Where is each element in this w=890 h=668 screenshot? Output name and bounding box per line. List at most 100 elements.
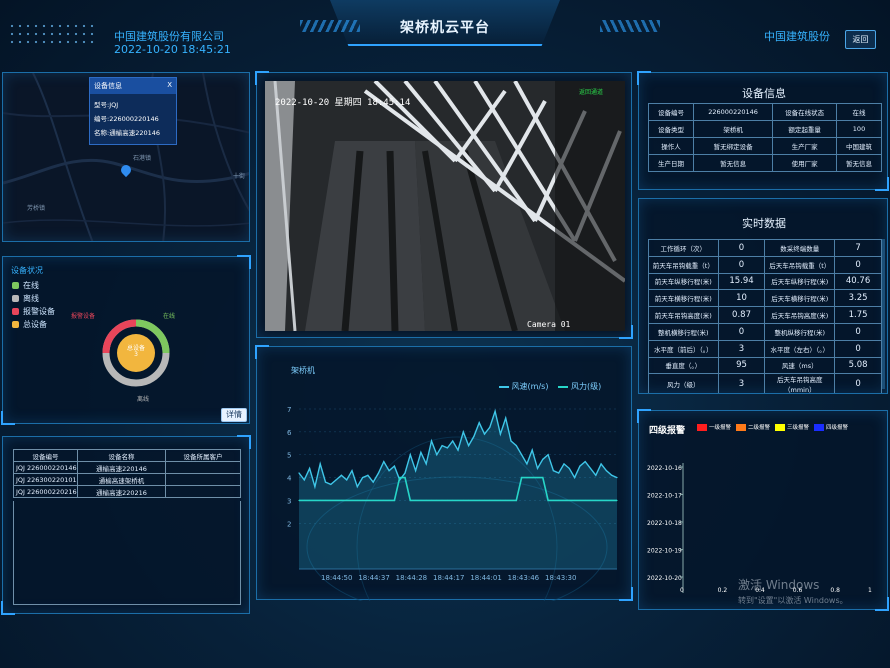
column-header: 设备编号 [13,449,78,462]
data-point [346,479,348,481]
table-cell: 后天车纵移行程(米) [764,272,836,291]
x-tick-label: 18:43:46 [508,574,540,582]
table-cell: 40.76 [834,272,882,291]
device-info-table: 设备编号 226000220146 设备在线状态 在线 设备类型 架桥机 额定起重量 100 操… [648,103,882,172]
donut-center-value: 3 [134,351,138,358]
data-point [446,499,448,502]
data-point [468,444,470,447]
table-row[interactable]: JQJ 226300220101 通榆高速架桥机 [13,473,241,486]
data-point [489,426,491,428]
data-point [441,444,443,447]
map-popup-title: 设备信息 [94,82,122,90]
table-cell: 前天车纵移行程(米) [648,272,719,291]
x-tick-label: 18:44:28 [396,574,427,582]
table-cell: 226000220146 [692,103,774,121]
page-title: 架桥机云平台 [400,20,490,36]
data-point [298,472,300,474]
windows-watermark: 激活 Windows 转到"设置"以激活 Windows。 [738,576,848,606]
device-info-panel: 设备信息 设备编号 226000220146 设备在线状态 在线 设备类型 架桥机 额定起重… [637,71,889,191]
y-tick-label: 7 [287,406,291,414]
table-cell: 工作循环（次） [648,239,719,257]
x-tick-label: 18:44:50 [321,574,352,582]
map-panel: 石港镇 十街 芳桥镇 设备信息 X 型号:JQJ 编号:226000220146… [2,72,250,242]
wind-chart[interactable]: 7 6 5 4 3 2 18:44:50 18:44:37 18:44:28 18:44:17 18… [257,347,633,601]
table-cell: 风力（级） [648,373,719,393]
data-point [314,499,316,502]
x-tick-label: 1 [868,587,872,594]
data-point [436,499,438,502]
y-tick-label: 6 [287,429,292,437]
data-point [595,474,597,476]
data-point [393,499,395,502]
table-cell: 使用厂家 [772,154,838,172]
data-point [547,454,549,456]
y-tick-label: 2022-10-17 [647,493,682,500]
table-row[interactable]: JQJ 226000220216 通榆高速220216 [13,485,241,498]
data-point [600,463,602,465]
data-point [330,499,332,502]
table-row: 设备编号 226000220146 设备在线状态 在线 [648,103,882,121]
y-tick-label: 3 [287,497,291,505]
legend-label: 离线 [23,294,39,303]
table-cell: 0 [834,322,882,341]
realtime-panel: 实时数据 工作循环（次） 0 数采终端数量 7 前天车吊钩载重（t） 0 后天车吊钩载重（t… [638,198,888,394]
table-cell: JQJ 226000220146 [13,461,78,474]
status-panel: 设备状况 在线 离线 报警设备 总设备 总设备 3 报警设备 在线 离线 详情 [1,255,251,425]
data-point [335,479,337,481]
table-cell: 垂直度（。） [648,356,719,375]
table-row[interactable]: JQJ 226000220146 通榆高速220146 [13,461,241,474]
detail-button[interactable]: 详情 [221,408,247,422]
table-cell: JQJ 226000220216 [13,485,78,498]
brand-right: 中国建筑股份 [764,30,830,43]
camera-feed[interactable] [265,81,625,331]
camera-label: Camera 01 [527,320,571,329]
data-point [558,499,560,502]
data-point [531,476,533,479]
data-point [420,499,422,502]
x-tick-label: 18:43:30 [545,574,576,582]
legend-label: 报警设备 [23,307,55,316]
table-cell: 前天车横移行程(米) [648,289,719,308]
data-point [483,433,486,435]
x-tick-label: 0.2 [718,587,728,594]
table-cell: 设备编号 [648,103,694,121]
data-point [372,499,374,502]
table-cell: 0 [834,255,882,274]
table-row: 前天车吊钩高度(米) 0.87 后天车吊钩高度(米) 1.75 [648,306,882,324]
map-place-label: 十街 [233,173,246,180]
data-point [377,499,380,502]
data-point [399,476,401,479]
data-point [441,499,443,502]
legend-swatch [12,295,19,302]
data-point [356,499,358,502]
table-cell: 后天车横移行程(米) [764,289,836,308]
data-point [542,476,544,479]
data-point [383,460,385,463]
data-point [478,422,480,424]
y-tick-label: 2022-10-18 [647,520,682,527]
table-row: 操作人 暂无绑定设备 生产厂家 中国建筑 [648,137,882,155]
data-point [531,449,533,451]
data-point [611,474,613,476]
map-popup-header: 设备信息 X [90,78,176,94]
back-button[interactable]: 返回 [845,30,876,49]
table-cell: 0 [717,255,766,274]
table-cell: 水平度（前后）（。） [648,339,719,358]
close-icon[interactable]: X [167,81,172,91]
watermark-line2: 转到"设置"以激活 Windows。 [738,596,848,605]
data-point [324,499,327,502]
header-stripes-left [300,20,360,32]
data-point [579,499,581,502]
data-point [367,499,369,502]
realtime-title: 实时数据 [742,217,786,230]
data-point [340,499,342,502]
table-cell: 前天车吊钩载重（t） [648,255,719,274]
y-tick-label: 2 [287,520,291,528]
y-tick-label: 2022-10-16 [647,465,682,472]
table-cell: 3.25 [834,289,882,308]
realtime-scrollbar[interactable] [882,239,885,389]
legend-alarm: 报警设备 [12,305,55,318]
map-popup-line: 名称:通榆高速220146 [94,129,161,137]
camera-osd-time: 2022-10-20 星期四 18:45:14 [275,98,411,108]
header-datetime: 2022-10-20 18:45:21 [114,43,231,56]
